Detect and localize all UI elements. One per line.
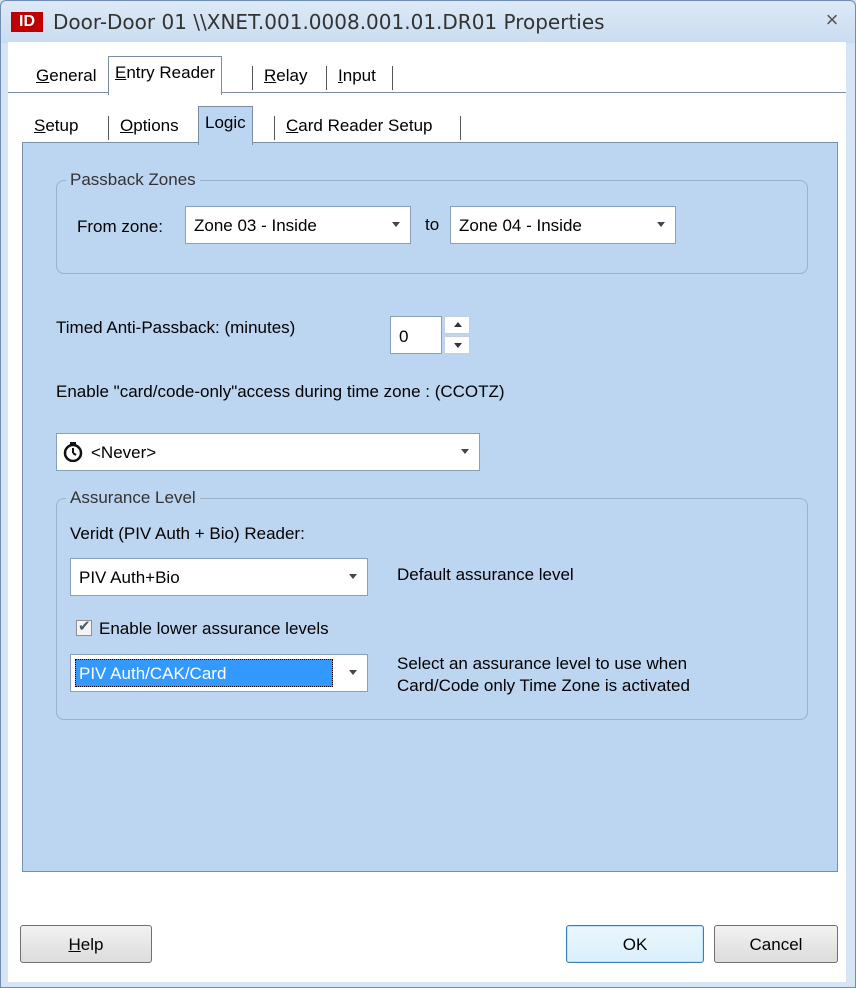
chevron-down-icon — [349, 670, 357, 675]
close-icon[interactable]: × — [819, 7, 845, 33]
timed-antipassback-label: Timed Anti-Passback: (minutes) — [56, 318, 296, 337]
tab-separator — [460, 116, 461, 140]
lower-assurance-desc-line1: Select an assurance level to use when — [397, 654, 688, 673]
lower-assurance-value: PIV Auth/CAK/Card — [79, 664, 227, 683]
to-label: to — [425, 215, 440, 234]
tab-separator — [252, 66, 253, 90]
spin-down-button[interactable] — [444, 336, 470, 354]
cancel-button-label: Cancel — [749, 935, 803, 954]
tab-setup-label: etup — [45, 116, 79, 135]
default-assurance-select[interactable]: PIV Auth+Bio — [70, 558, 368, 596]
ccotz-label: Enable "card/code-only"access during tim… — [56, 382, 505, 401]
tab-setup-key: S — [34, 116, 46, 135]
lower-assurance-desc-line2: Card/Code only Time Zone is activated — [397, 676, 690, 695]
passback-zones-label: Passback Zones — [66, 170, 200, 190]
tab-general-label: eneral — [49, 66, 97, 85]
tab-logic-label: Logic — [205, 113, 246, 132]
tab-card-reader-setup-label: ard Reader Setup — [298, 116, 433, 135]
help-button[interactable]: Help — [20, 925, 152, 963]
veridt-reader-label: Veridt (PIV Auth + Bio) Reader: — [70, 524, 305, 543]
tab-card-reader-setup-key: C — [286, 116, 299, 135]
to-zone-select[interactable]: Zone 04 - Inside — [450, 206, 676, 244]
app-logo-icon: ID — [11, 12, 43, 32]
from-zone-label: From zone: — [77, 217, 163, 236]
from-zone-select[interactable]: Zone 03 - Inside — [185, 206, 411, 244]
chevron-down-icon — [349, 574, 357, 579]
tab-setup[interactable]: Setup — [28, 110, 84, 142]
sub-tab-strip: Setup Options Logic Card Reader Setup — [22, 106, 622, 145]
chevron-down-icon — [657, 222, 665, 227]
chevron-down-icon — [461, 449, 469, 454]
tab-entry-reader-label: ntry Reader — [126, 63, 216, 82]
tab-entry-reader[interactable]: Entry Reader — [108, 56, 223, 95]
tab-separator — [274, 116, 275, 140]
ccotz-value: <Never> — [91, 443, 157, 462]
tab-separator — [392, 66, 393, 90]
tab-options-key: O — [120, 116, 134, 135]
assurance-level-label: Assurance Level — [66, 488, 200, 508]
ok-button[interactable]: OK — [566, 925, 704, 963]
spin-down-icon — [454, 343, 462, 348]
ccotz-select[interactable]: <Never> — [56, 433, 480, 471]
tab-relay-label: elay — [276, 66, 308, 85]
timed-antipassback-spinner: 0 — [390, 316, 474, 354]
clock-icon — [63, 442, 83, 463]
spin-up-icon — [454, 322, 462, 327]
default-assurance-desc: Default assurance level — [397, 565, 574, 584]
chevron-down-icon — [392, 222, 400, 227]
tab-separator — [326, 66, 327, 90]
window-title: Door-Door 01 \\XNET.001.0008.001.01.DR01… — [53, 10, 605, 34]
tab-input[interactable]: Input — [332, 60, 382, 92]
title-bar[interactable]: ID Door-Door 01 \\XNET.001.0008.001.01.D… — [1, 1, 855, 43]
spin-up-button[interactable] — [444, 316, 470, 334]
tab-separator — [108, 116, 109, 140]
to-zone-value: Zone 04 - Inside — [459, 216, 582, 235]
timed-antipassback-input[interactable]: 0 — [390, 316, 442, 354]
lower-assurance-select[interactable]: PIV Auth/CAK/Card — [70, 654, 368, 692]
ok-button-label: OK — [622, 935, 648, 954]
enable-lower-label: Enable lower assurance levels — [99, 619, 329, 638]
help-button-key: H — [68, 935, 81, 954]
timed-antipassback-value: 0 — [399, 327, 409, 346]
enable-lower-checkbox[interactable]: ✔ — [76, 618, 92, 636]
tab-general[interactable]: General — [30, 60, 103, 92]
tab-options[interactable]: Options — [114, 110, 185, 142]
default-assurance-value: PIV Auth+Bio — [79, 568, 180, 587]
cancel-button[interactable]: Cancel — [714, 925, 838, 963]
tab-input-label: nput — [342, 66, 376, 85]
tab-general-key: G — [36, 66, 50, 85]
tab-options-label: ptions — [133, 116, 179, 135]
tab-relay-key: R — [264, 66, 277, 85]
help-button-label: elp — [80, 935, 104, 954]
tab-relay[interactable]: Relay — [258, 60, 313, 92]
tab-entry-reader-key: E — [115, 63, 127, 82]
from-zone-value: Zone 03 - Inside — [194, 216, 317, 235]
top-tab-strip: General Entry Reader Relay Input — [8, 56, 508, 95]
checkmark-icon: ✔ — [78, 618, 91, 635]
tab-card-reader-setup[interactable]: Card Reader Setup — [280, 110, 438, 142]
tab-logic[interactable]: Logic — [198, 106, 253, 145]
